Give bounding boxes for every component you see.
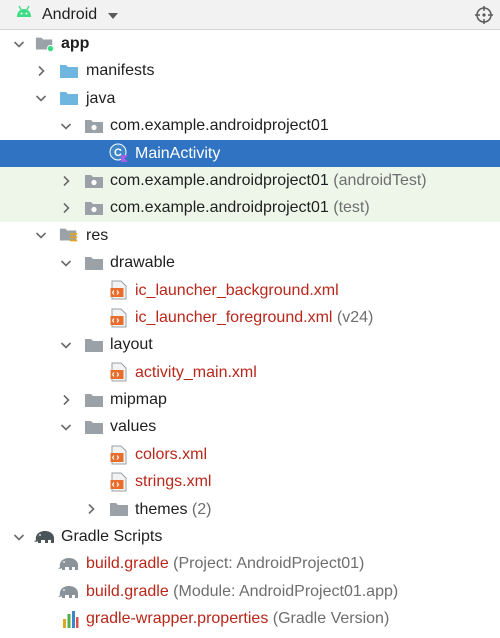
blue-folder-icon [59, 57, 79, 84]
tree-label-ic-launcher-foreground: ic_launcher_foreground.xml (v24) [135, 308, 374, 326]
chevron-right-icon[interactable] [59, 386, 73, 413]
resources-folder-icon [59, 222, 79, 249]
tree-row-package-main[interactable]: com.example.androidproject01 [0, 112, 500, 139]
tree-label-main-activity: MainActivity [135, 144, 221, 162]
tree-label-package-android-test: com.example.androidproject01 (androidTes… [110, 171, 427, 189]
tree-label-mipmap: mipmap [110, 391, 167, 409]
svg-text:C: C [114, 147, 122, 159]
tree-row-gradle-wrapper[interactable]: gradle-wrapper.properties (Gradle Versio… [0, 605, 500, 632]
tree-suffix-gradle-version: (Gradle Version) [268, 610, 390, 628]
tree-row-app[interactable]: app [0, 30, 500, 57]
tree-label-themes: themes (2) [135, 500, 212, 518]
module-folder-icon [35, 30, 55, 57]
tree-label-layout: layout [110, 336, 153, 354]
project-tree: app manifests java com.example.androidpr… [0, 30, 500, 633]
chevron-right-icon[interactable] [84, 496, 98, 523]
project-view-selector[interactable]: Android [15, 5, 119, 25]
properties-file-icon [60, 605, 80, 632]
gradle-elephant-icon [57, 550, 81, 577]
xml-file-icon [109, 441, 129, 468]
tree-label-java: java [86, 89, 116, 107]
tree-label-res: res [86, 226, 109, 244]
tree-label-ic-launcher-background: ic_launcher_background.xml [135, 281, 339, 299]
chevron-down-icon [107, 7, 119, 25]
chevron-down-icon[interactable] [59, 112, 73, 139]
tree-label-values: values [110, 418, 157, 436]
tree-row-drawable[interactable]: drawable [0, 249, 500, 276]
package-folder-icon [84, 167, 104, 194]
chevron-down-icon[interactable] [12, 30, 26, 57]
tree-row-java[interactable]: java [0, 85, 500, 112]
tree-label-package-main: com.example.androidproject01 [110, 117, 329, 135]
tree-label-app: app [61, 35, 90, 52]
chevron-right-icon[interactable] [59, 194, 73, 221]
tree-label-gradle-wrapper: gradle-wrapper.properties (Gradle Versio… [86, 610, 390, 628]
tree-label-activity-main: activity_main.xml [135, 363, 257, 381]
folder-icon [84, 386, 104, 413]
android-robot-icon [15, 5, 33, 24]
tree-row-mipmap[interactable]: mipmap [0, 386, 500, 413]
tree-label-colors: colors.xml [135, 445, 208, 463]
tree-label-drawable: drawable [110, 254, 175, 272]
gradle-elephant-icon [33, 523, 57, 550]
folder-icon [84, 413, 104, 440]
crosshair-locate-icon[interactable] [474, 5, 494, 25]
chevron-down-icon[interactable] [34, 222, 48, 249]
folder-icon [109, 496, 129, 523]
tree-row-gradle-scripts[interactable]: Gradle Scripts [0, 523, 500, 550]
tree-row-values[interactable]: values [0, 413, 500, 440]
blue-folder-icon [59, 85, 79, 112]
tree-row-build-gradle-module[interactable]: build.gradle (Module: AndroidProject01.a… [0, 578, 500, 605]
chevron-down-icon[interactable] [12, 523, 26, 550]
xml-file-icon [109, 304, 129, 331]
tree-row-activity-main[interactable]: activity_main.xml [0, 359, 500, 386]
chevron-right-icon[interactable] [59, 167, 73, 194]
tree-suffix-v24: (v24) [332, 308, 374, 326]
tree-row-package-android-test[interactable]: com.example.androidproject01 (androidTes… [0, 166, 500, 195]
package-folder-icon [84, 112, 104, 139]
chevron-right-icon[interactable] [34, 57, 48, 84]
project-toolbar: Android [0, 0, 500, 30]
tree-row-manifests[interactable]: manifests [0, 57, 500, 84]
tree-label-build-gradle-module: build.gradle (Module: AndroidProject01.a… [86, 582, 399, 600]
project-view-label: Android [42, 5, 98, 23]
tree-label-package-test: com.example.androidproject01 (test) [110, 199, 370, 217]
tree-suffix-test: (test) [328, 199, 370, 217]
tree-label-manifests: manifests [86, 62, 155, 80]
tree-suffix-themes-count: (2) [187, 500, 212, 518]
tree-suffix-project: (Project: AndroidProject01) [168, 555, 365, 573]
tree-row-build-gradle-project[interactable]: build.gradle (Project: AndroidProject01) [0, 550, 500, 577]
tree-label-strings: strings.xml [135, 473, 212, 491]
tree-row-colors[interactable]: colors.xml [0, 441, 500, 468]
tree-row-package-test[interactable]: com.example.androidproject01 (test) [0, 194, 500, 222]
chevron-down-icon[interactable] [59, 413, 73, 440]
tree-row-ic-launcher-background[interactable]: ic_launcher_background.xml [0, 277, 500, 304]
tree-row-themes[interactable]: themes (2) [0, 496, 500, 523]
tree-row-strings[interactable]: strings.xml [0, 468, 500, 495]
chevron-down-icon[interactable] [34, 85, 48, 112]
package-folder-icon [84, 194, 104, 221]
tree-row-res[interactable]: res [0, 222, 500, 249]
chevron-down-icon[interactable] [59, 331, 73, 358]
gradle-elephant-icon [57, 578, 81, 605]
tree-row-ic-launcher-foreground[interactable]: ic_launcher_foreground.xml (v24) [0, 304, 500, 331]
xml-file-icon [109, 277, 129, 304]
tree-row-layout[interactable]: layout [0, 331, 500, 358]
xml-file-icon [109, 468, 129, 495]
kotlin-class-icon: C [109, 140, 129, 167]
tree-label-gradle-scripts: Gradle Scripts [61, 528, 163, 546]
folder-icon [84, 331, 104, 358]
folder-icon [84, 249, 104, 276]
tree-suffix-module: (Module: AndroidProject01.app) [168, 582, 399, 600]
tree-suffix-android-test: (androidTest) [328, 171, 427, 189]
tree-label-build-gradle-project: build.gradle (Project: AndroidProject01) [86, 555, 365, 573]
chevron-down-icon[interactable] [59, 249, 73, 276]
xml-file-icon [109, 359, 129, 386]
tree-row-main-activity[interactable]: C MainActivity [0, 139, 500, 167]
